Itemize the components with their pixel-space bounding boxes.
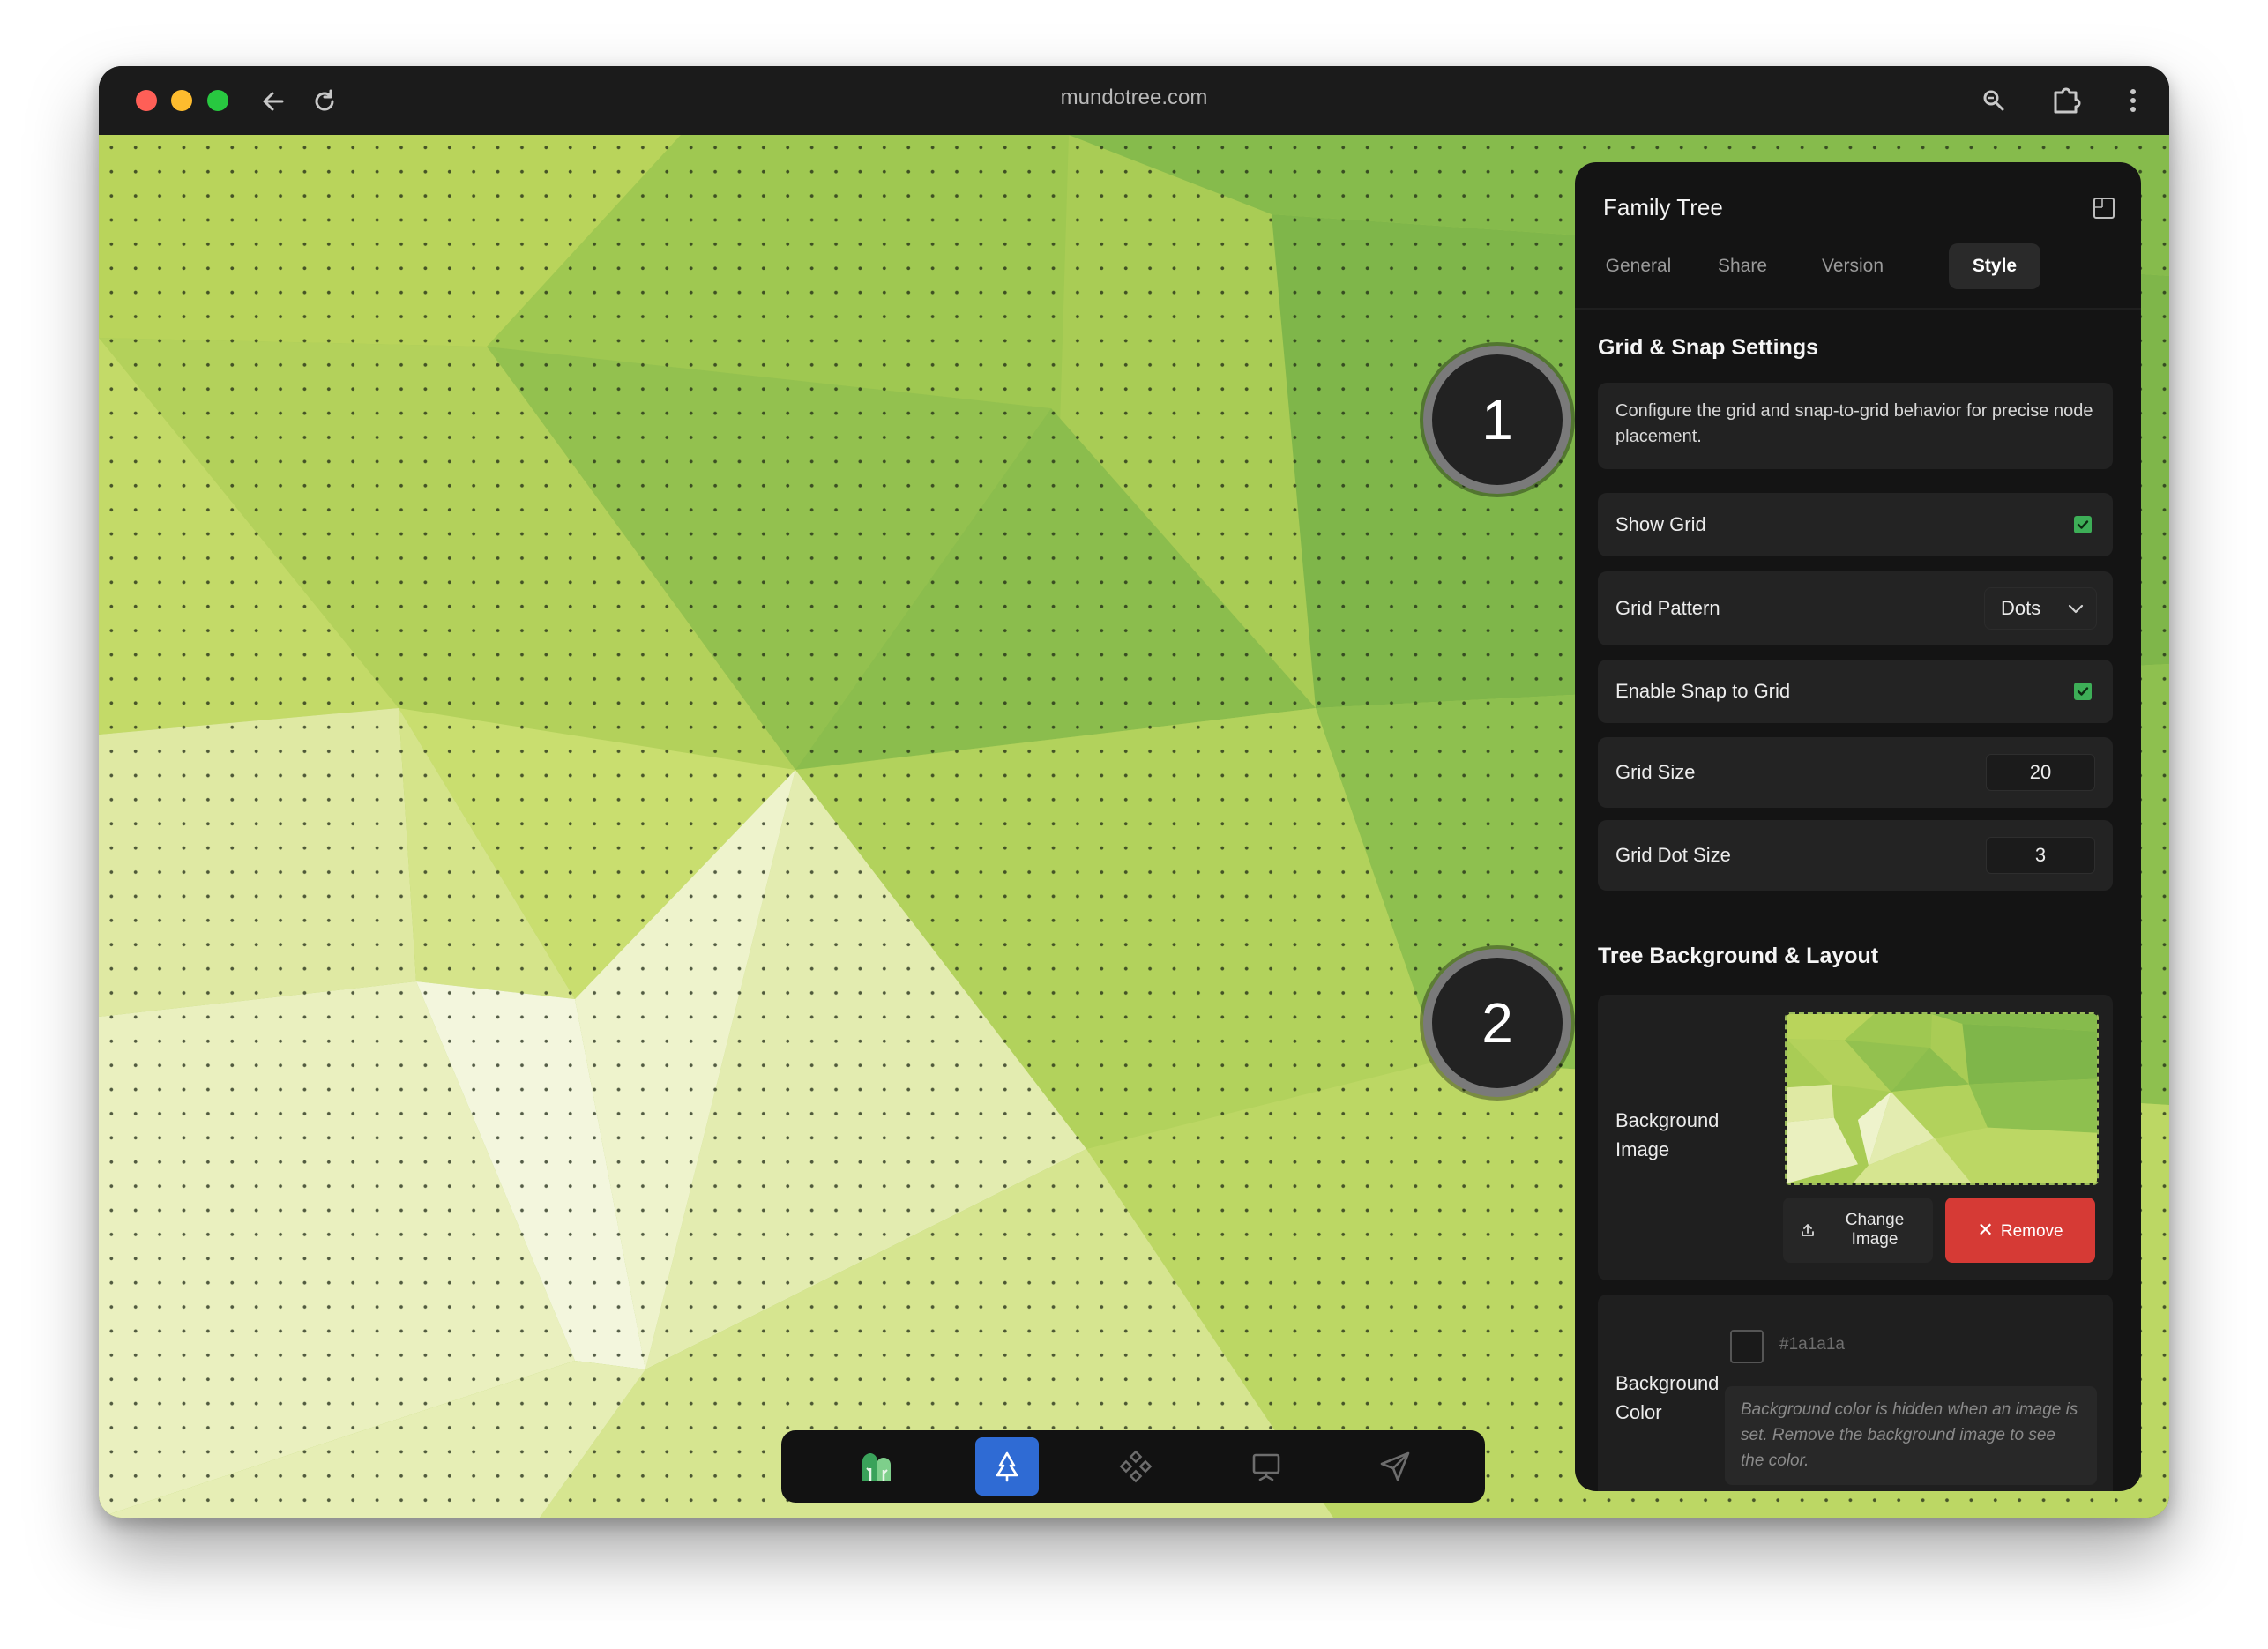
grid-section-title: Grid & Snap Settings	[1598, 335, 1819, 360]
grid-pattern-value: Dots	[2001, 597, 2041, 619]
grid-pattern-label: Grid Pattern	[1615, 597, 1720, 619]
presentation-icon[interactable]	[1235, 1437, 1298, 1496]
tabs-divider	[1575, 308, 2141, 310]
background-image-label: Background Image	[1615, 1109, 1720, 1160]
chevron-down-icon	[2068, 604, 2084, 614]
address-bar[interactable]: mundotree.com	[99, 86, 2169, 110]
tab-style[interactable]: Style	[1949, 243, 2040, 289]
snap-to-grid-checkbox[interactable]	[2074, 683, 2092, 700]
show-grid-row: Show Grid	[1598, 493, 2113, 556]
nodes-icon[interactable]	[1104, 1437, 1168, 1496]
grid-pattern-row: Grid Pattern Dots	[1598, 571, 2113, 645]
grid-dot-size-row: Grid Dot Size	[1598, 820, 2113, 891]
tab-share[interactable]: Share	[1702, 243, 1783, 289]
browser-window: mundotree.com 1 2 Family Tree General Sh…	[99, 66, 2169, 1518]
background-image-preview	[1785, 1012, 2099, 1185]
grid-section-description: Configure the grid and snap-to-grid beha…	[1598, 383, 2113, 469]
collapse-panel-icon[interactable]	[2092, 196, 2116, 220]
tree-icon[interactable]	[975, 1437, 1039, 1496]
tab-version[interactable]: Version	[1801, 243, 1905, 289]
change-image-button[interactable]: Change Image	[1783, 1198, 1933, 1263]
extensions-icon[interactable]	[2048, 82, 2085, 119]
tab-general[interactable]: General	[1591, 243, 1686, 289]
step-marker-2: 2	[1423, 949, 1571, 1097]
grid-pattern-select[interactable]: Dots	[1984, 587, 2097, 630]
upload-icon	[1799, 1221, 1817, 1244]
snap-to-grid-row: Enable Snap to Grid	[1598, 660, 2113, 723]
background-section-title: Tree Background & Layout	[1598, 944, 1879, 968]
close-icon: ✕	[1977, 1219, 1994, 1241]
grid-dot-size-label: Grid Dot Size	[1615, 844, 1731, 866]
background-color-hex: #1a1a1a	[1779, 1335, 1845, 1354]
step-marker-1: 1	[1423, 346, 1571, 494]
grid-size-label: Grid Size	[1615, 761, 1696, 783]
send-icon[interactable]	[1363, 1437, 1427, 1496]
remove-image-button[interactable]: ✕ Remove	[1945, 1198, 2095, 1263]
settings-panel: Family Tree General Share Version Style …	[1575, 162, 2141, 1491]
more-menu-icon[interactable]	[2115, 82, 2152, 119]
browser-toolbar: mundotree.com	[99, 66, 2169, 135]
background-color-note: Background color is hidden when an image…	[1725, 1386, 2097, 1485]
grid-size-input[interactable]	[1986, 754, 2095, 791]
snap-to-grid-label: Enable Snap to Grid	[1615, 680, 1791, 702]
background-color-card: Background Color #1a1a1a Background colo…	[1598, 1295, 2113, 1491]
background-color-swatch[interactable]	[1730, 1330, 1764, 1363]
remove-image-label: Remove	[2000, 1222, 2063, 1241]
zoom-icon[interactable]	[1975, 82, 2012, 119]
show-grid-label: Show Grid	[1615, 513, 1706, 535]
bottom-dock	[781, 1430, 1485, 1503]
grid-size-row: Grid Size	[1598, 737, 2113, 808]
panel-title: Family Tree	[1603, 194, 1723, 220]
grid-dot-size-input[interactable]	[1986, 837, 2095, 874]
family-trees-icon[interactable]	[845, 1437, 908, 1496]
background-image-card: Background Image Change Image ✕ Remove	[1598, 995, 2113, 1280]
change-image-label: Change Image	[1845, 1211, 1905, 1249]
show-grid-checkbox[interactable]	[2074, 516, 2092, 534]
